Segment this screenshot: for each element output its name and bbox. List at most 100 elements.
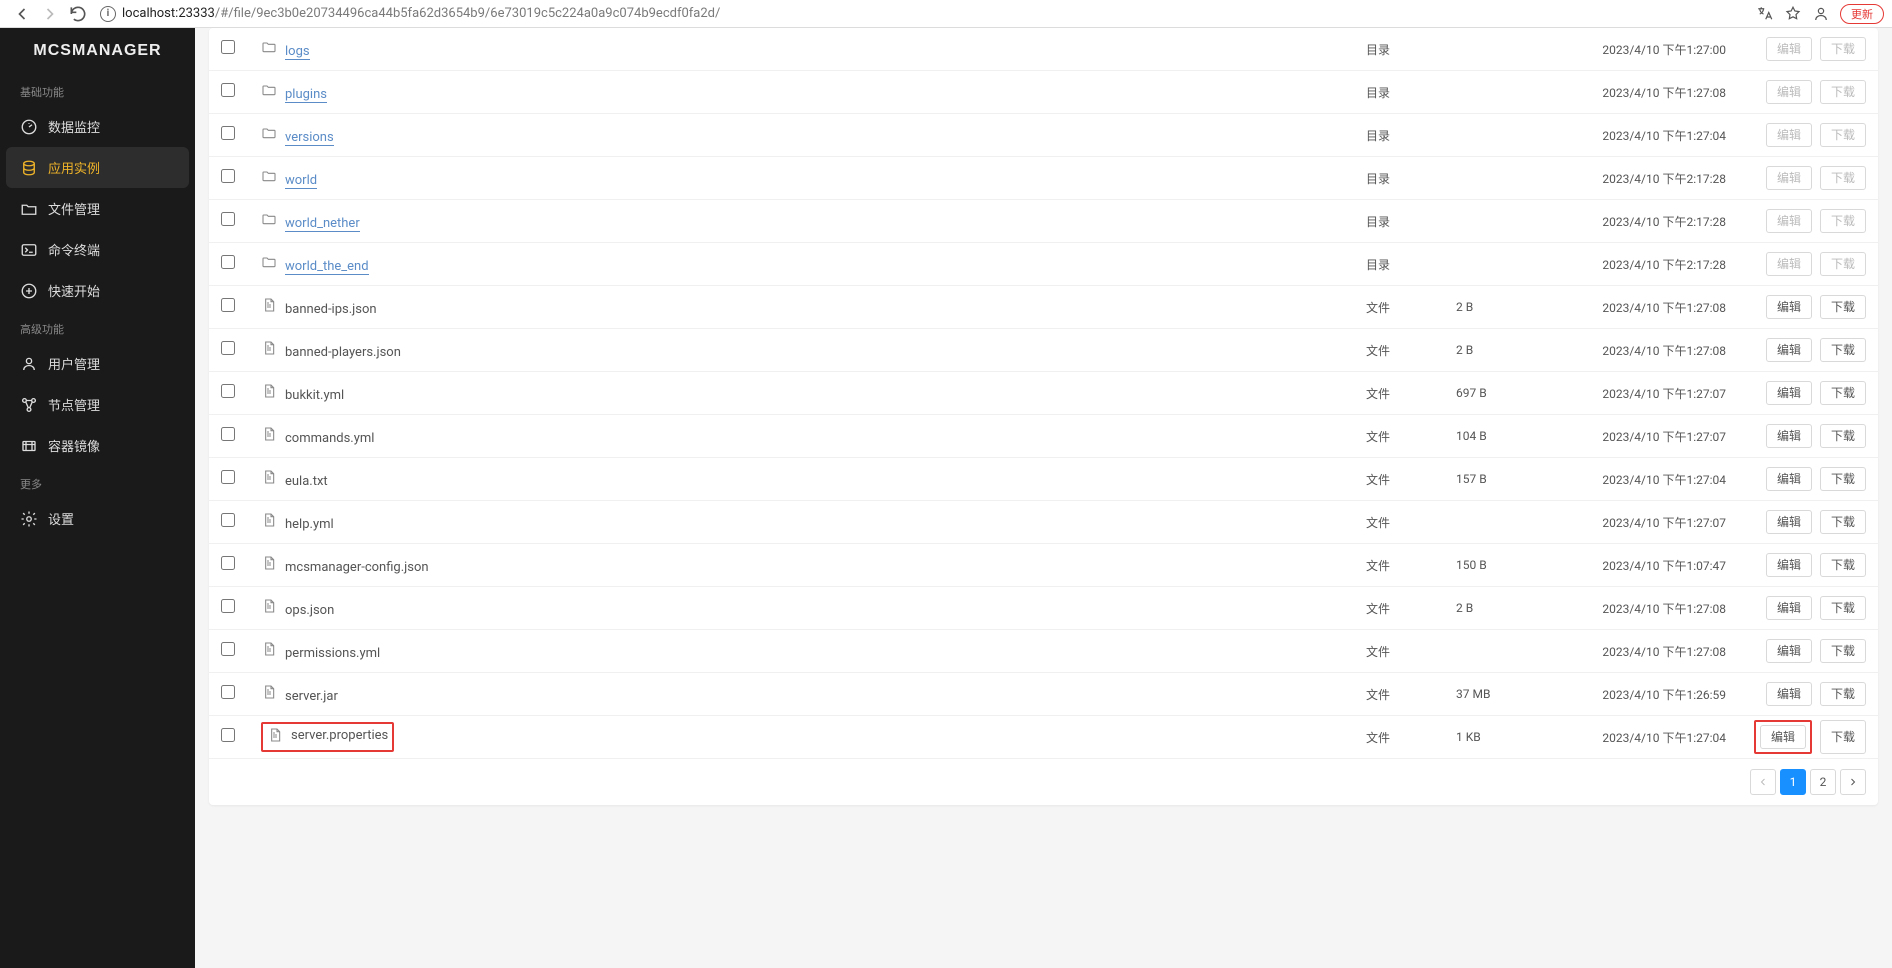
download-button[interactable]: 下载 <box>1820 123 1866 147</box>
row-checkbox[interactable] <box>221 427 235 441</box>
row-checkbox[interactable] <box>221 40 235 54</box>
download-button[interactable]: 下载 <box>1820 720 1866 754</box>
download-button[interactable]: 下载 <box>1820 338 1866 362</box>
edit-button[interactable]: 编辑 <box>1766 424 1812 448</box>
sidebar-item-quick-start[interactable]: 快速开始 <box>0 270 195 311</box>
download-button[interactable]: 下载 <box>1820 553 1866 577</box>
download-button[interactable]: 下载 <box>1820 682 1866 706</box>
edit-button[interactable]: 编辑 <box>1766 80 1812 104</box>
download-button[interactable]: 下载 <box>1820 37 1866 61</box>
file-icon <box>261 512 277 528</box>
browser-back[interactable] <box>12 4 32 24</box>
download-button[interactable]: 下载 <box>1820 295 1866 319</box>
download-button[interactable]: 下载 <box>1820 209 1866 233</box>
row-checkbox[interactable] <box>221 126 235 140</box>
file-name: mcsmanager-config.json <box>285 560 429 575</box>
folder-link[interactable]: logs <box>285 44 310 60</box>
row-mtime: 2023/4/10 下午1:27:08 <box>1546 342 1726 359</box>
edit-button[interactable]: 编辑 <box>1766 37 1812 61</box>
row-checkbox[interactable] <box>221 470 235 484</box>
download-button[interactable]: 下载 <box>1820 639 1866 663</box>
edit-button[interactable]: 编辑 <box>1766 338 1812 362</box>
edit-button[interactable]: 编辑 <box>1760 725 1806 749</box>
folder-link[interactable]: versions <box>285 130 334 146</box>
database-icon <box>20 159 38 177</box>
edit-button[interactable]: 编辑 <box>1766 252 1812 276</box>
edit-button[interactable]: 编辑 <box>1766 123 1812 147</box>
row-size: 697 B <box>1456 386 1546 400</box>
file-name: server.jar <box>285 689 338 704</box>
edit-button[interactable]: 编辑 <box>1766 639 1812 663</box>
row-checkbox[interactable] <box>221 513 235 527</box>
edit-button[interactable]: 编辑 <box>1766 682 1812 706</box>
row-size: 104 B <box>1456 429 1546 443</box>
sidebar-item-data-monitor[interactable]: 数据监控 <box>0 106 195 147</box>
row-type: 目录 <box>1366 41 1456 58</box>
edit-button[interactable]: 编辑 <box>1766 209 1812 233</box>
download-button[interactable]: 下载 <box>1820 467 1866 491</box>
row-mtime: 2023/4/10 下午1:27:08 <box>1546 600 1726 617</box>
pagination-page-1[interactable]: 1 <box>1780 769 1806 795</box>
download-button[interactable]: 下载 <box>1820 80 1866 104</box>
folder-icon <box>261 254 277 270</box>
folder-link[interactable]: plugins <box>285 87 327 103</box>
folder-link[interactable]: world_the_end <box>285 259 369 275</box>
pagination-page-2[interactable]: 2 <box>1810 769 1836 795</box>
download-button[interactable]: 下载 <box>1820 166 1866 190</box>
row-checkbox[interactable] <box>221 255 235 269</box>
edit-button[interactable]: 编辑 <box>1766 166 1812 190</box>
bookmark-star-icon[interactable] <box>1784 5 1802 23</box>
download-button[interactable]: 下载 <box>1820 510 1866 534</box>
pagination-prev[interactable] <box>1750 769 1776 795</box>
edit-button[interactable]: 编辑 <box>1766 596 1812 620</box>
row-checkbox[interactable] <box>221 169 235 183</box>
download-button[interactable]: 下载 <box>1820 424 1866 448</box>
row-checkbox[interactable] <box>221 642 235 656</box>
sidebar-item-app-instance[interactable]: 应用实例 <box>6 147 189 188</box>
site-info-icon[interactable]: i <box>100 6 116 22</box>
folder-link[interactable]: world_nether <box>285 216 360 232</box>
file-row: banned-ips.json文件2 B2023/4/10 下午1:27:08编… <box>209 286 1878 329</box>
sidebar-item-label: 快速开始 <box>48 281 100 300</box>
row-checkbox[interactable] <box>221 384 235 398</box>
translate-icon[interactable] <box>1756 5 1774 23</box>
browser-forward[interactable] <box>40 4 60 24</box>
edit-button[interactable]: 编辑 <box>1766 510 1812 534</box>
edit-button[interactable]: 编辑 <box>1766 553 1812 577</box>
file-row: versions目录2023/4/10 下午1:27:04编辑下载 <box>209 114 1878 157</box>
row-checkbox[interactable] <box>221 212 235 226</box>
file-icon <box>261 383 277 399</box>
download-button[interactable]: 下载 <box>1820 252 1866 276</box>
edit-button[interactable]: 编辑 <box>1766 295 1812 319</box>
pagination-next[interactable] <box>1840 769 1866 795</box>
file-row: plugins目录2023/4/10 下午1:27:08编辑下载 <box>209 71 1878 114</box>
sidebar-item-container-image[interactable]: 容器镜像 <box>0 425 195 466</box>
edit-button[interactable]: 编辑 <box>1766 381 1812 405</box>
row-size: 150 B <box>1456 558 1546 572</box>
sidebar-item-node-mgmt[interactable]: 节点管理 <box>0 384 195 425</box>
browser-reload[interactable] <box>68 4 88 24</box>
file-icon <box>261 641 277 657</box>
row-checkbox[interactable] <box>221 599 235 613</box>
file-icon <box>261 684 277 700</box>
download-button[interactable]: 下载 <box>1820 596 1866 620</box>
browser-update-button[interactable]: 更新 <box>1840 4 1884 24</box>
row-checkbox[interactable] <box>221 298 235 312</box>
nodes-icon <box>20 396 38 414</box>
sidebar-item-settings[interactable]: 设置 <box>0 498 195 539</box>
row-checkbox[interactable] <box>221 685 235 699</box>
file-icon <box>261 297 277 313</box>
row-checkbox[interactable] <box>221 556 235 570</box>
sidebar-item-label: 容器镜像 <box>48 436 100 455</box>
edit-button[interactable]: 编辑 <box>1766 467 1812 491</box>
file-name: bukkit.yml <box>285 388 344 403</box>
row-checkbox[interactable] <box>221 728 235 742</box>
sidebar-item-command-terminal[interactable]: 命令终端 <box>0 229 195 270</box>
profile-icon[interactable] <box>1812 5 1830 23</box>
sidebar-item-user-mgmt[interactable]: 用户管理 <box>0 343 195 384</box>
row-checkbox[interactable] <box>221 83 235 97</box>
sidebar-item-file-mgmt[interactable]: 文件管理 <box>0 188 195 229</box>
folder-link[interactable]: world <box>285 173 317 189</box>
row-checkbox[interactable] <box>221 341 235 355</box>
download-button[interactable]: 下载 <box>1820 381 1866 405</box>
